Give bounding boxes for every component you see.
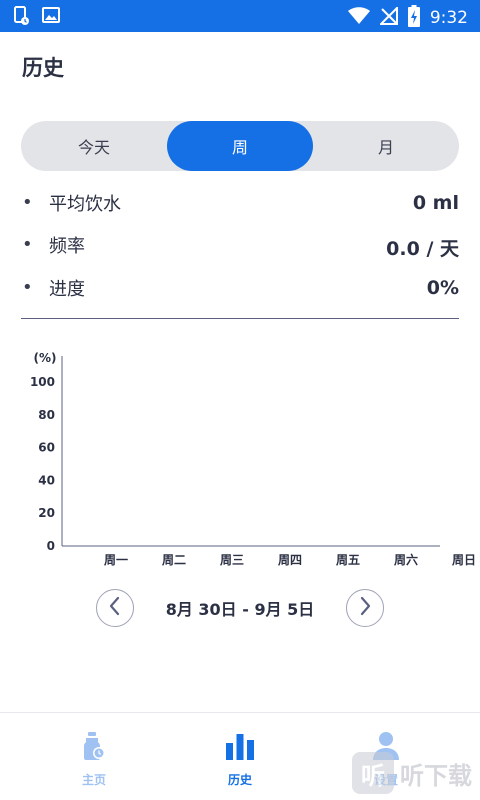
stat-value: 0.0 / 天: [386, 238, 459, 260]
y-tick-label: 100: [30, 375, 55, 389]
stat-progress: • 进度 0%: [22, 275, 459, 303]
stat-value: 0 ml: [412, 192, 459, 214]
stat-label: 频率: [49, 236, 85, 257]
tab-week[interactable]: 周: [167, 121, 313, 171]
chevron-right-icon: [358, 596, 372, 620]
status-time: 9:32: [429, 8, 468, 28]
bar-chart-icon: [225, 731, 255, 765]
tab-today[interactable]: 今天: [21, 121, 167, 171]
next-week-button[interactable]: [346, 589, 384, 627]
previous-week-button[interactable]: [96, 589, 134, 627]
x-tick-label: 周二: [162, 553, 186, 567]
y-tick-label: 40: [38, 473, 55, 487]
watermark-text: 听下载: [400, 761, 472, 790]
x-tick-label: 周六: [394, 552, 418, 567]
watermark: 听 听下载: [352, 752, 472, 794]
stat-label: 进度: [49, 279, 85, 300]
stat-frequency: • 频率 0.0 / 天: [22, 232, 459, 260]
wifi-icon: [347, 7, 370, 29]
stat-label: 平均饮水: [49, 194, 121, 215]
bullet: •: [22, 192, 33, 213]
x-tick-label: 周四: [278, 553, 302, 567]
period-segmented-control: 今天 周 月: [21, 121, 459, 171]
no-sim-icon: [378, 5, 398, 29]
x-tick-label: 周五: [336, 553, 360, 567]
y-tick-label: 80: [38, 408, 55, 422]
bullet: •: [22, 234, 33, 255]
x-tick-label: 周三: [220, 553, 244, 567]
x-tick-label: 周日: [452, 553, 476, 567]
nav-history-label: 历史: [227, 773, 252, 787]
nav-history[interactable]: 历史: [190, 731, 290, 791]
y-tick-label: 60: [38, 441, 55, 455]
weekly-progress-chart: (%) 100 80 60 40 20 0 周一 周二 周三 周四 周五 周六 周日: [30, 351, 476, 567]
x-tick-label: 周一: [104, 553, 128, 567]
y-tick-label: 0: [47, 539, 55, 553]
stat-average-intake: • 平均饮水 0 ml: [22, 190, 459, 218]
image-icon: [42, 6, 60, 30]
page-title: 历史: [22, 56, 64, 80]
tab-month[interactable]: 月: [313, 121, 459, 171]
y-axis-label: (%): [34, 351, 57, 365]
sim-card-icon: [14, 6, 30, 30]
watermark-logo: 听: [352, 752, 394, 794]
divider: [21, 318, 459, 319]
battery-charging-icon: [407, 5, 420, 31]
status-bar: 9:32: [0, 0, 480, 32]
nav-home-label: 主页: [81, 773, 106, 787]
date-range-label: 8月 30日 - 9月 5日: [165, 600, 315, 619]
y-tick-label: 20: [38, 506, 55, 520]
stat-value: 0%: [426, 277, 459, 299]
water-bottle-icon: [82, 731, 106, 765]
nav-home[interactable]: 主页: [44, 731, 144, 791]
bullet: •: [22, 277, 33, 298]
chevron-left-icon: [108, 596, 122, 620]
